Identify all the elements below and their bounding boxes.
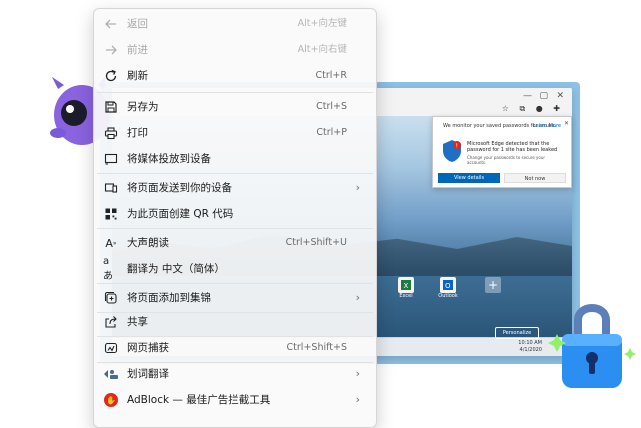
- toolbar-icons: ☆ ⧉ ● ✚: [501, 104, 564, 113]
- refresh-icon: [103, 68, 119, 84]
- menu-item-label: AdBlock — 最佳广告拦截工具: [127, 394, 271, 406]
- menu-item-refresh[interactable]: 刷新 Ctrl+R: [96, 63, 374, 89]
- shield-icon: !: [443, 140, 461, 162]
- excel-tile: X: [398, 277, 414, 293]
- menu-item-forward[interactable]: 前进 Alt+向右键: [96, 37, 374, 63]
- adblock-icon: ✋: [103, 392, 119, 408]
- menu-item-cast[interactable]: 将媒体投放到设备: [96, 146, 374, 172]
- menu-item-label: 打印: [127, 127, 148, 139]
- menu-item-label: 网页捕获: [127, 342, 169, 354]
- outlook-tile: O: [440, 277, 456, 293]
- menu-item-shortcut: Ctrl+Shift+S: [286, 342, 347, 353]
- chevron-right-icon: ›: [355, 367, 360, 380]
- chevron-right-icon: ›: [355, 181, 360, 194]
- menu-item-shortcut: Ctrl+Shift+U: [285, 237, 347, 248]
- qr-code-icon: [103, 206, 119, 222]
- close-icon: ✕: [556, 91, 564, 101]
- maximize-icon: ▢: [539, 91, 548, 101]
- menu-item-label: 刷新: [127, 70, 148, 82]
- outlook-icon: O: [443, 280, 453, 290]
- alert-subtext: Change your passwords to secure your acc…: [467, 155, 546, 165]
- menu-item-read-aloud[interactable]: A» 大声朗读 Ctrl+Shift+U: [96, 230, 374, 256]
- taskbar-date: 4/1/2020: [519, 347, 542, 353]
- menu-item-label: 划词翻译: [127, 368, 169, 380]
- chevron-right-icon: ›: [355, 291, 360, 304]
- menu-item-label: 将页面发送到你的设备: [127, 182, 232, 194]
- menu-separator: [97, 228, 373, 229]
- menu-item-send-to-device[interactable]: 将页面发送到你的设备 ›: [96, 175, 374, 201]
- alert-message: Microsoft Edge detected that the passwor…: [467, 141, 558, 153]
- menu-item-label: 翻译为 中文（简体）: [127, 263, 225, 275]
- chevron-right-icon: ›: [355, 393, 360, 406]
- menu-item-shortcut: Ctrl+P: [316, 127, 347, 138]
- menu-item-label: 将媒体投放到设备: [127, 153, 211, 165]
- menu-item-label: 另存为: [127, 101, 159, 113]
- menu-item-shortcut: Alt+向左键: [297, 18, 347, 29]
- padlock-icon: [548, 304, 636, 388]
- menu-item-back[interactable]: 返回 Alt+向左键: [96, 11, 374, 37]
- taskbar-clock: 10:10 AM: [518, 340, 542, 346]
- password-alert-card: We monitor your saved passwords for issu…: [432, 116, 572, 188]
- excel-tile-label: Excel: [399, 293, 413, 299]
- menu-item-add-to-collections[interactable]: 将页面添加到集锦 ›: [96, 285, 374, 311]
- menu-separator: [97, 173, 373, 174]
- send-to-device-icon: [103, 180, 119, 196]
- svg-text:O: O: [445, 282, 451, 290]
- menu-separator: [97, 92, 373, 93]
- outlook-tile-label: Outlook: [438, 293, 458, 299]
- menu-item-label: 前进: [127, 44, 148, 56]
- add-tile: +: [485, 277, 501, 293]
- read-aloud-icon: A»: [105, 236, 117, 250]
- menu-separator: [97, 283, 373, 284]
- close-icon: ✕: [563, 120, 569, 127]
- menu-item-shortcut: Ctrl+R: [315, 70, 347, 81]
- menu-item-label: 将页面添加到集锦: [127, 292, 211, 304]
- menu-item-print[interactable]: 打印 Ctrl+P: [96, 120, 374, 146]
- menu-item-word-translate[interactable]: 划词翻译 ›: [96, 361, 374, 387]
- menu-item-adblock[interactable]: ✋ AdBlock — 最佳广告拦截工具 ›: [96, 387, 374, 413]
- menu-item-shortcut: Alt+向右键: [297, 44, 347, 55]
- cast-icon: [103, 151, 119, 167]
- menu-item-shortcut: Ctrl+S: [316, 101, 347, 112]
- save-as-icon: [103, 99, 119, 115]
- menu-item-web-capture[interactable]: 网页捕获 Ctrl+Shift+S: [96, 335, 374, 361]
- svg-text:X: X: [404, 282, 409, 290]
- print-icon: [103, 125, 119, 141]
- arrow-right-icon: [103, 42, 119, 58]
- menu-item-label: 大声朗读: [127, 237, 169, 249]
- plus-icon: +: [487, 278, 499, 292]
- menu-item-qr-code[interactable]: 为此页面创建 QR 代码: [96, 201, 374, 227]
- menu-item-label: 返回: [127, 18, 148, 30]
- share-icon: [103, 314, 119, 330]
- not-now-button: Not now: [504, 173, 566, 183]
- word-translate-icon: [103, 366, 119, 382]
- arrow-left-icon: [103, 16, 119, 32]
- alert-learn-more: Learn More: [533, 123, 561, 129]
- excel-icon: X: [401, 280, 411, 290]
- context-menu: 返回 Alt+向左键 前进 Alt+向右键 刷新 Ctrl+R 另存为 Ctrl…: [93, 8, 377, 428]
- web-capture-icon: [103, 340, 119, 356]
- menu-item-share[interactable]: 共享: [96, 309, 374, 335]
- collections-icon: [103, 290, 119, 306]
- menu-item-save-as[interactable]: 另存为 Ctrl+S: [96, 94, 374, 120]
- menu-item-label: 共享: [127, 316, 148, 328]
- view-details-button: View details: [438, 173, 500, 183]
- translate-icon: aあ: [103, 256, 113, 282]
- personalize-button: Personalize: [495, 327, 539, 339]
- minimize-icon: —: [523, 91, 532, 101]
- menu-item-label: 为此页面创建 QR 代码: [127, 208, 234, 220]
- menu-item-translate[interactable]: aあ 翻译为 中文（简体）: [96, 256, 374, 282]
- svg-text:!: !: [456, 142, 458, 149]
